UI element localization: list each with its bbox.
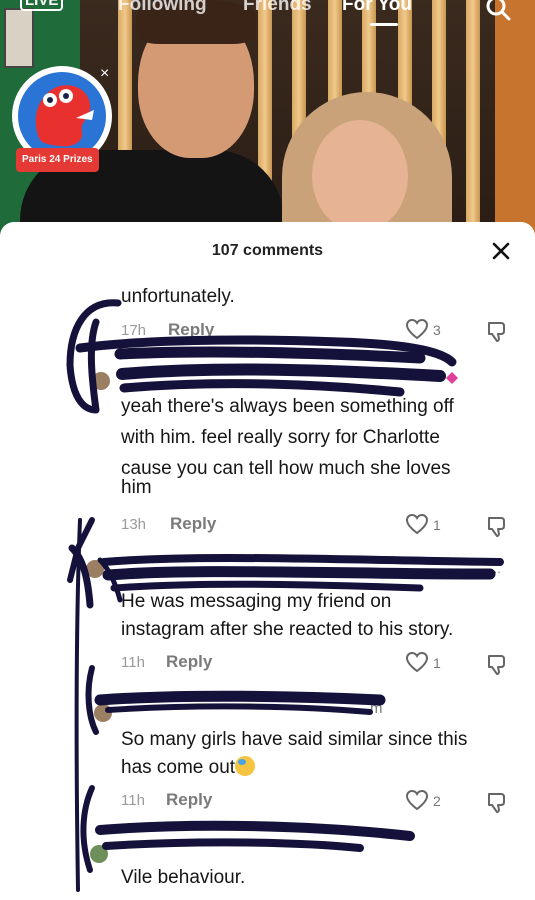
username[interactable]: ... bbox=[490, 561, 501, 576]
tab-friends[interactable]: Friends bbox=[243, 0, 312, 16]
dislike-icon[interactable] bbox=[487, 515, 507, 537]
comment-text: instagram after she reacted to his story… bbox=[121, 619, 454, 640]
active-tab-indicator bbox=[370, 23, 398, 26]
heart-icon[interactable] bbox=[405, 651, 429, 673]
like-count: 3 bbox=[433, 322, 441, 338]
wall-right bbox=[495, 0, 535, 240]
comment-text: cause you can tell how much she loves bbox=[121, 458, 451, 479]
dislike-icon[interactable] bbox=[487, 320, 507, 342]
avatar[interactable] bbox=[94, 704, 112, 722]
reply-button[interactable]: Reply bbox=[166, 790, 212, 810]
comment-text: with him. feel really sorry for Charlott… bbox=[121, 427, 440, 448]
emoji-icon bbox=[235, 756, 256, 776]
prize-badge[interactable]: × Paris 24 Prizes bbox=[8, 62, 118, 174]
reply-button[interactable]: Reply bbox=[170, 514, 216, 534]
heart-icon[interactable] bbox=[405, 513, 429, 535]
top-navigation: LIVE Following Friends For You bbox=[0, 0, 535, 20]
reply-button[interactable]: Reply bbox=[166, 652, 212, 672]
avatar[interactable] bbox=[92, 372, 110, 390]
video-background[interactable]: LIVE Following Friends For You × Paris 2… bbox=[0, 0, 535, 240]
like-count: 1 bbox=[433, 517, 441, 533]
comment-text: He was messaging my friend on bbox=[121, 591, 392, 612]
tab-following[interactable]: Following bbox=[118, 0, 207, 16]
close-icon[interactable] bbox=[486, 236, 516, 266]
avatar[interactable] bbox=[86, 560, 104, 578]
comment-text-with-emoji: has come out bbox=[121, 754, 256, 781]
dislike-icon[interactable] bbox=[487, 791, 507, 813]
mascot-icon bbox=[35, 85, 94, 147]
comment-text: Vile behaviour. bbox=[121, 867, 246, 888]
comments-sheet: 107 comments bbox=[0, 222, 535, 900]
like-count: 2 bbox=[433, 793, 441, 809]
username[interactable]: m bbox=[370, 700, 383, 717]
wood-slat bbox=[466, 0, 480, 240]
comments-count-title: 107 comments bbox=[211, 242, 324, 259]
comment-text: So many girls have said similar since th… bbox=[121, 729, 468, 750]
tab-for-you[interactable]: For You bbox=[342, 0, 412, 16]
comment-time: 17h bbox=[121, 322, 147, 339]
prize-label: Paris 24 Prizes bbox=[16, 148, 99, 172]
person-face bbox=[312, 120, 408, 232]
dislike-icon[interactable] bbox=[487, 653, 507, 675]
comment-text: him bbox=[121, 477, 152, 498]
comment-text: unfortunately. bbox=[121, 286, 235, 307]
comment-text: has come out bbox=[121, 757, 236, 778]
avatar[interactable] bbox=[90, 845, 108, 863]
comment-time: 11h bbox=[121, 654, 145, 671]
search-icon[interactable] bbox=[484, 0, 512, 22]
heart-icon[interactable] bbox=[405, 318, 429, 340]
heart-icon[interactable] bbox=[405, 789, 429, 811]
tab-live[interactable]: LIVE bbox=[20, 0, 64, 11]
comment-text: yeah there's always been something off bbox=[121, 396, 454, 417]
like-count: 1 bbox=[433, 655, 441, 671]
reply-button[interactable]: Reply bbox=[168, 320, 214, 340]
comment-time: 11h bbox=[121, 792, 145, 809]
comment-time: 13h bbox=[121, 516, 147, 533]
close-icon[interactable]: × bbox=[100, 66, 109, 82]
